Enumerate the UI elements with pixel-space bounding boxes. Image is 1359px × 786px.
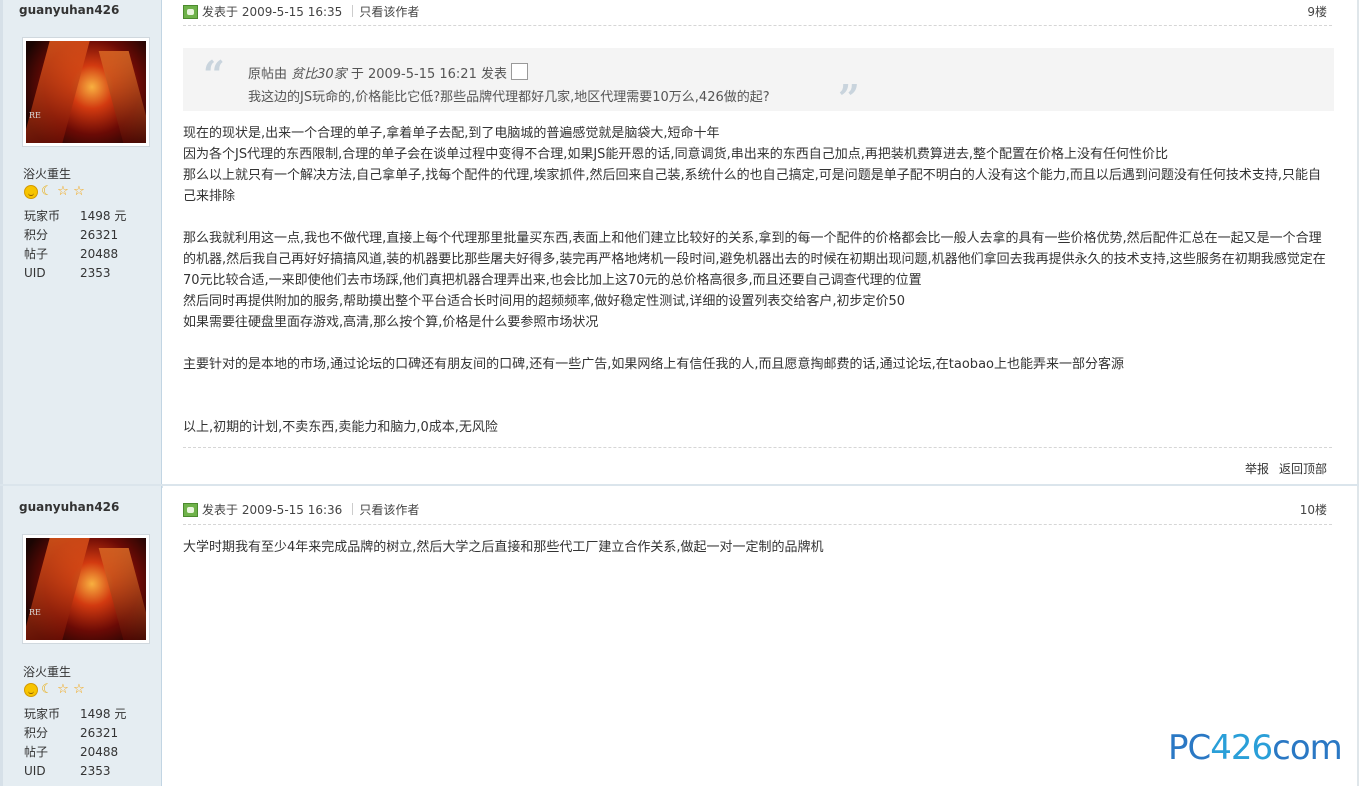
avatar-image: RE: [26, 41, 146, 143]
post-meta: 发表于 2009-5-15 16:35 只看该作者 9楼: [183, 3, 1327, 23]
quote-author[interactable]: 贫比30家: [291, 67, 347, 82]
author-sidebar: guanyuhan426 RE 浴火重生 ☾ ☆ ☆ 玩家币 1498 元 积分 2…: [0, 486, 162, 786]
star-icon: ☆: [57, 682, 69, 697]
username[interactable]: guanyuhan426: [19, 500, 119, 514]
user-rank-stars: ☾ ☆ ☆: [24, 185, 86, 199]
stat-coins: 玩家币 1498 元: [24, 209, 127, 223]
floor-number[interactable]: 9楼: [1307, 3, 1327, 20]
post-content: 发表于 2009-5-15 16:35 只看该作者 9楼 “ 原帖由 贫比30家 …: [163, 0, 1359, 486]
close-quote-icon: ”: [838, 76, 860, 121]
star-icon: ☆: [73, 184, 85, 199]
user-rank-stars: ☾ ☆ ☆: [24, 683, 86, 697]
quote-block: “ 原帖由 贫比30家 于 2009-5-15 16:21 发表 我这边的JS玩…: [183, 48, 1334, 121]
goto-post-icon[interactable]: [510, 63, 528, 80]
user-title: 浴火重生: [23, 167, 72, 181]
username[interactable]: guanyuhan426: [19, 3, 119, 17]
star-icon: ☆: [73, 682, 85, 697]
stat-uid: UID 2353: [24, 266, 111, 280]
post-body: 大学时期我有至少4年来完成品牌的树立,然后大学之后直接和那些代工厂建立合作关系,…: [183, 540, 824, 555]
online-status-icon: [183, 5, 198, 19]
author-only-link[interactable]: 只看该作者: [359, 5, 419, 19]
user-stats: 玩家币 1498 元 积分 26321 帖子 20488 UID 2353: [24, 705, 126, 781]
avatar[interactable]: RE: [22, 37, 150, 147]
post-9: guanyuhan426 RE 浴火重生 ☾ ☆ ☆ 玩家币 1498 元 积分 2…: [0, 0, 1359, 486]
post-actions: 举报 返回顶部: [1235, 460, 1327, 477]
post-time: 发表于 2009-5-15 16:36: [202, 503, 343, 517]
moon-icon: ☾: [41, 682, 53, 697]
stat-posts: 帖子 20488: [24, 745, 119, 759]
stat-points: 积分 26321: [24, 228, 119, 242]
stat-coins: 玩家币 1498 元: [24, 707, 127, 721]
moon-icon: ☾: [41, 184, 53, 199]
sun-icon: [24, 185, 38, 199]
post-meta: 发表于 2009-5-15 16:36 只看该作者 10楼: [183, 501, 1327, 521]
sun-icon: [24, 683, 38, 697]
floor-number[interactable]: 10楼: [1300, 501, 1327, 518]
back-to-top-link[interactable]: 返回顶部: [1279, 462, 1327, 476]
post-body: 现在的现状是,出来一个合理的单子,拿着单子去配,到了电脑城的普遍感觉就是脑袋大,…: [183, 126, 1326, 435]
avatar[interactable]: RE: [22, 534, 150, 644]
post-time: 发表于 2009-5-15 16:35: [202, 5, 343, 19]
star-icon: ☆: [57, 184, 69, 199]
report-link[interactable]: 举报: [1245, 462, 1269, 476]
site-watermark-logo: PC426com: [1168, 728, 1343, 768]
open-quote-icon: “: [203, 52, 225, 97]
user-stats: 玩家币 1498 元 积分 26321 帖子 20488 UID 2353: [24, 207, 126, 283]
post-10: guanyuhan426 RE 浴火重生 ☾ ☆ ☆ 玩家币 1498 元 积分 2…: [0, 486, 1359, 786]
stat-posts: 帖子 20488: [24, 247, 119, 261]
stat-uid: UID 2353: [24, 764, 111, 778]
online-status-icon: [183, 503, 198, 517]
author-only-link[interactable]: 只看该作者: [359, 503, 419, 517]
quote-header: 原帖由 贫比30家 于 2009-5-15 16:21 发表: [248, 63, 528, 82]
avatar-image: RE: [26, 538, 146, 640]
author-sidebar: guanyuhan426 RE 浴火重生 ☾ ☆ ☆ 玩家币 1498 元 积分 2…: [0, 0, 162, 486]
stat-points: 积分 26321: [24, 726, 119, 740]
quote-text: 我这边的JS玩命的,价格能比它低?那些品牌代理都好几家,地区代理需要10万么,4…: [248, 90, 770, 105]
user-title: 浴火重生: [23, 665, 72, 679]
